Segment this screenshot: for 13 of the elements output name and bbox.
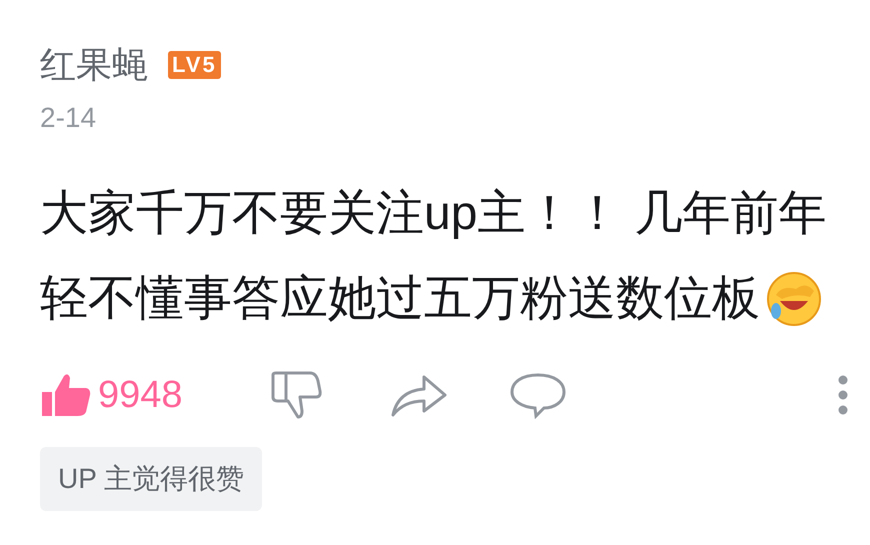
up-liked-tag: UP 主觉得很赞 [40,447,262,511]
thumbs-up-icon[interactable] [40,372,92,418]
laughing-emoji-icon [766,270,822,326]
thumbs-down-icon[interactable] [270,371,324,419]
comment-icon[interactable] [510,371,566,419]
comment-text-line: 大家千万不要关注up主！！ 几年前年 [40,187,827,240]
username[interactable]: 红果蝇 [40,47,148,83]
more-options-icon[interactable] [838,375,848,415]
like-count: 9948 [98,376,183,414]
comment-text-line: 轻不懂事答应她过五万粉送数位板 [40,271,760,327]
level-badge: LV5 [168,51,221,79]
comment-date: 2-14 [40,104,96,132]
share-icon[interactable] [390,373,448,417]
